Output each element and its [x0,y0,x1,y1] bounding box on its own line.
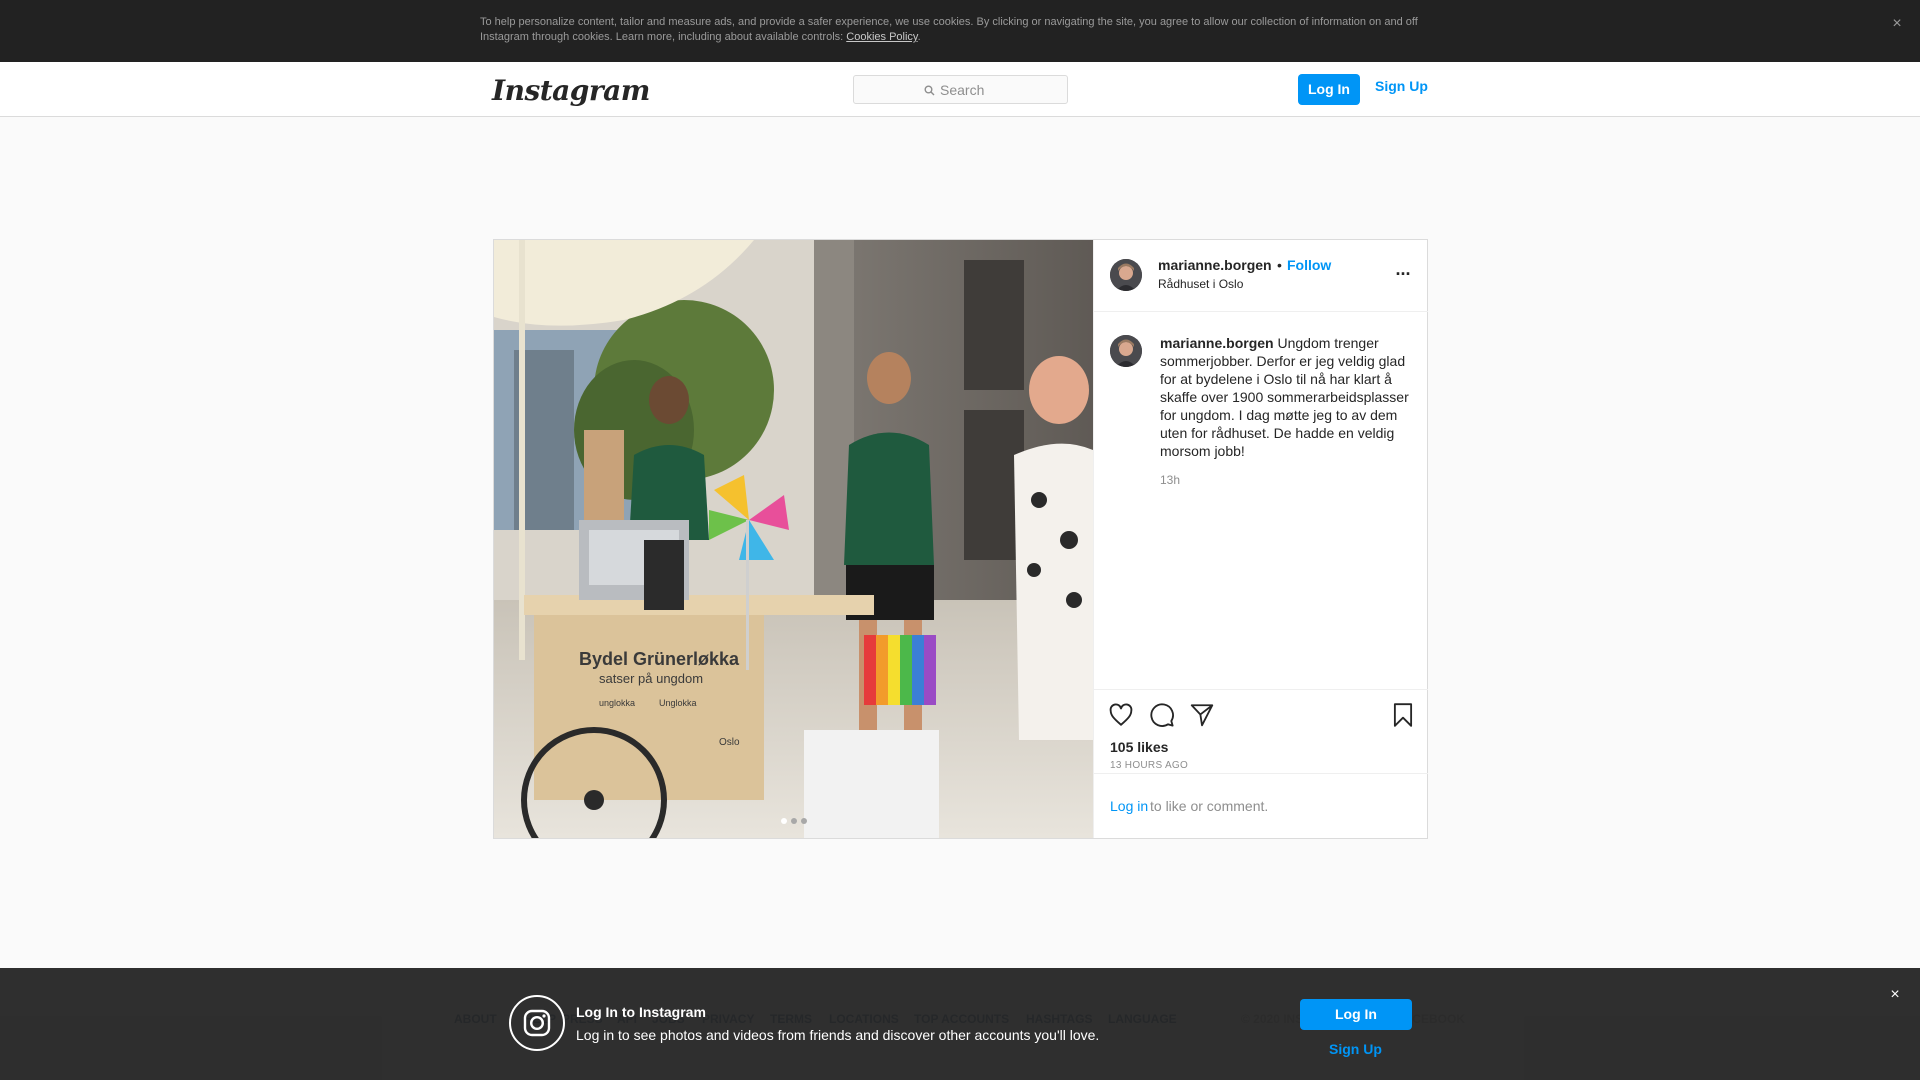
post-timestamp[interactable]: 13 HOURS AGO [1110,760,1188,771]
login-link[interactable]: Log in [1110,798,1148,814]
caption-username[interactable]: marianne.borgen [1160,335,1274,351]
cookies-policy-link[interactable]: Cookies Policy [846,31,917,43]
login-banner-title: Log In to Instagram [576,1004,706,1020]
search-icon [924,85,935,95]
login-banner: Log In to Instagram Log in to see photos… [0,968,1920,1080]
login-banner-subtitle: Log in to see photos and videos from fri… [576,1027,1100,1043]
avatar[interactable] [1110,259,1142,291]
cart-sign-oslo: Oslo [719,737,740,748]
signup-link[interactable]: Sign Up [1375,78,1428,94]
like-count[interactable]: 105 likes [1110,739,1168,755]
caption-time[interactable]: 13h [1160,471,1415,489]
instagram-logo[interactable]: Instagram [492,74,650,107]
search-box[interactable] [853,75,1068,104]
bookmark-icon[interactable] [1390,702,1416,728]
avatar-image [1110,335,1142,367]
cart-sign-subtitle: satser på ungdom [599,671,703,686]
carousel-dot[interactable] [801,818,807,824]
bullet-separator: • [1277,257,1282,273]
share-icon[interactable] [1189,702,1215,728]
top-nav: Instagram Log In Sign Up [0,62,1920,117]
login-to-comment: Log in to like or comment. [1094,773,1428,838]
follow-button[interactable]: Follow [1287,257,1331,273]
cookie-banner: To help personalize content, tailor and … [0,0,1920,62]
post-location[interactable]: Rådhuset i Oslo [1158,277,1243,291]
search-input[interactable] [940,82,1040,98]
post-sidebar: marianne.borgen • Follow Rådhuset i Oslo… [1093,240,1428,838]
cookie-message: To help personalize content, tailor and … [480,16,1418,43]
cart-sign-instagram: unglokka [599,698,635,708]
login-button[interactable]: Log In [1298,74,1360,105]
caption-section: marianne.borgen Ungdom trenger sommerjob… [1094,313,1428,691]
carousel-dot[interactable] [781,818,787,824]
post-actions: 105 likes 13 HOURS AGO [1094,689,1428,771]
post-username[interactable]: marianne.borgen [1158,257,1272,273]
avatar-image [1110,259,1142,291]
avatar[interactable] [1110,335,1142,367]
carousel-dot[interactable] [791,818,797,824]
instagram-glyph-icon [509,995,565,1051]
carousel-indicator [781,818,807,824]
cart-sign-facebook: Unglokka [659,698,697,708]
close-icon[interactable]: × [1887,14,1907,34]
heart-icon[interactable] [1108,702,1134,728]
cookie-banner-text: To help personalize content, tailor and … [480,15,1425,45]
login-button[interactable]: Log In [1300,999,1412,1030]
comment-icon[interactable] [1149,702,1175,728]
cookie-message-end: . [917,31,921,43]
post-image: Bydel Grünerløkka satser på ungdom unglo… [494,240,1093,838]
caption-text: Ungdom trenger sommerjobber. Derfor er j… [1160,335,1409,459]
close-icon[interactable]: × [1885,985,1905,1005]
post-header: marianne.borgen • Follow Rådhuset i Oslo… [1094,240,1428,312]
more-options-icon[interactable]: ... [1391,260,1415,280]
post-card: Bydel Grünerløkka satser på ungdom unglo… [493,239,1428,839]
login-prompt-text: to like or comment. [1150,798,1269,814]
post-caption: marianne.borgen Ungdom trenger sommerjob… [1160,334,1415,489]
cart-sign-title: Bydel Grünerløkka [579,649,740,669]
post-photo[interactable]: Bydel Grünerløkka satser på ungdom unglo… [494,240,1093,838]
signup-link[interactable]: Sign Up [1329,1041,1382,1057]
